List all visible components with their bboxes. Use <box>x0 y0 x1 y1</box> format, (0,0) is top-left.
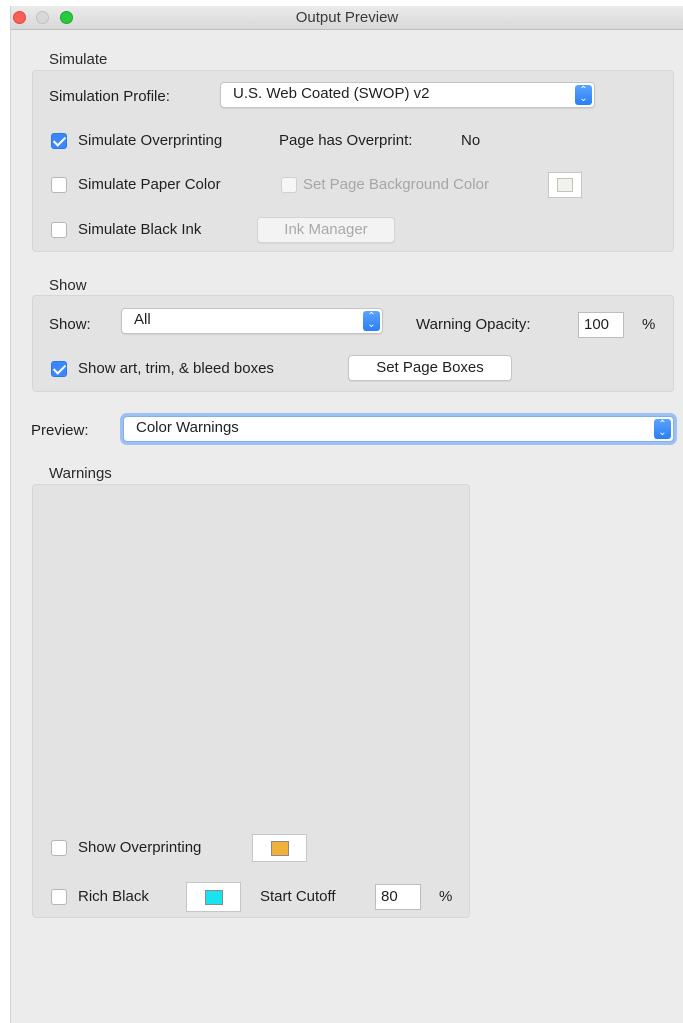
page-has-overprint-label: Page has Overprint: <box>279 132 413 149</box>
simulate-black-ink-label: Simulate Black Ink <box>78 221 202 238</box>
warning-opacity-input[interactable]: 100 <box>578 312 624 338</box>
simulate-section-label: Simulate <box>49 51 108 68</box>
simulate-paper-color-label: Simulate Paper Color <box>78 176 221 193</box>
warnings-section-label: Warnings <box>49 465 112 482</box>
preview-select[interactable]: Color Warnings ⌃ ⌄ <box>123 416 674 442</box>
start-cutoff-unit: % <box>439 888 453 905</box>
set-page-background-checkbox[interactable] <box>281 177 297 193</box>
set-page-boxes-button[interactable]: Set Page Boxes <box>348 355 512 381</box>
start-cutoff-input[interactable]: 80 <box>375 884 421 910</box>
ink-manager-button[interactable]: Ink Manager <box>257 217 395 243</box>
window-title: Output Preview <box>295 9 399 26</box>
preview-label: Preview: <box>31 422 89 439</box>
chevron-up-down-icon: ⌃ ⌄ <box>363 311 380 331</box>
rich-black-checkbox[interactable] <box>51 889 67 905</box>
rich-black-label: Rich Black <box>78 888 149 905</box>
page-has-overprint-value: No <box>461 132 481 149</box>
show-boxes-checkbox[interactable] <box>51 361 67 377</box>
show-select[interactable]: All ⌃ ⌄ <box>121 308 383 334</box>
warning-opacity-unit: % <box>642 316 656 333</box>
show-overprinting-label: Show Overprinting <box>78 839 202 856</box>
show-group: Show: All ⌃ ⌄ Warning Opacity: 100 % Show… <box>32 295 674 392</box>
warnings-group: Show Overprinting Rich Black Start Cutof… <box>32 484 470 918</box>
warning-opacity-label: Warning Opacity: <box>416 316 531 333</box>
page-background-color-chip <box>557 178 573 192</box>
simulate-black-ink-checkbox[interactable] <box>51 222 67 238</box>
simulation-profile-value: U.S. Web Coated (SWOP) v2 <box>233 85 430 102</box>
simulation-profile-select[interactable]: U.S. Web Coated (SWOP) v2 ⌃ ⌄ <box>220 82 595 108</box>
rich-black-color-chip <box>205 890 223 905</box>
simulate-group: Simulation Profile: U.S. Web Coated (SWO… <box>32 70 674 252</box>
overprinting-color-chip <box>271 841 289 856</box>
chevron-up-down-icon: ⌃ ⌄ <box>654 419 671 439</box>
show-overprinting-checkbox[interactable] <box>51 840 67 856</box>
preview-value: Color Warnings <box>136 419 239 436</box>
title-bar: Output Preview <box>11 6 683 30</box>
show-value: All <box>134 311 151 328</box>
show-label: Show: <box>49 316 91 333</box>
page-background-color-swatch[interactable] <box>548 172 582 198</box>
show-boxes-label: Show art, trim, & bleed boxes <box>78 360 274 377</box>
chevron-up-down-icon: ⌃ ⌄ <box>575 85 592 105</box>
overprinting-color-swatch[interactable] <box>252 834 307 862</box>
simulate-overprinting-checkbox[interactable] <box>51 133 67 149</box>
rich-black-color-swatch[interactable] <box>186 882 241 912</box>
simulate-overprinting-label: Simulate Overprinting <box>78 132 223 149</box>
set-page-background-label: Set Page Background Color <box>303 176 489 193</box>
output-preview-window: Output Preview Simulate Simulation Profi… <box>10 6 683 1023</box>
simulation-profile-label: Simulation Profile: <box>49 88 170 105</box>
show-section-label: Show <box>49 277 87 294</box>
simulate-paper-color-checkbox[interactable] <box>51 177 67 193</box>
start-cutoff-label: Start Cutoff <box>260 888 336 905</box>
